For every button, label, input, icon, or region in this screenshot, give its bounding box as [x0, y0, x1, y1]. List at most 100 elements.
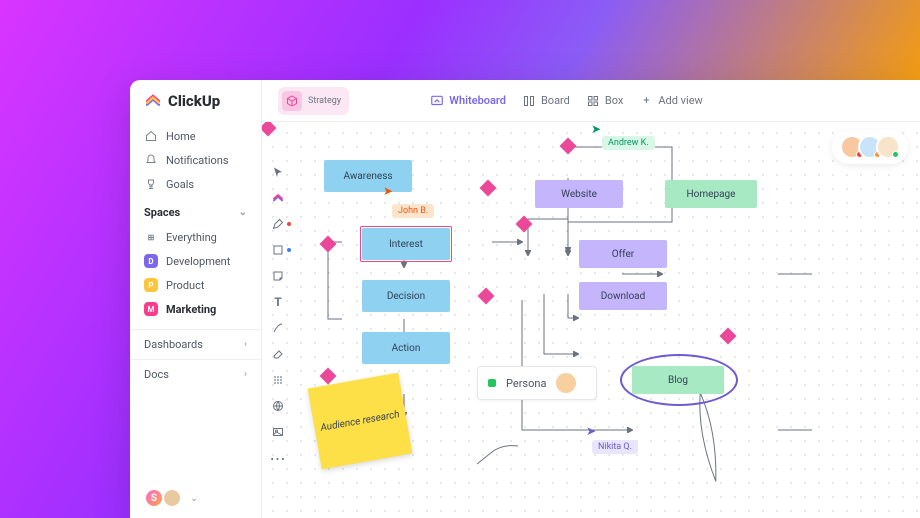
diamond-handle[interactable]: [478, 288, 495, 305]
main-area: Strategy Whiteboard Board Box + Add view: [262, 80, 920, 518]
app-tool[interactable]: [268, 188, 288, 208]
box-icon: [586, 94, 600, 108]
diamond-handle[interactable]: [560, 138, 577, 155]
chevron-right-icon: ›: [244, 339, 247, 350]
tab-label: Add view: [658, 94, 702, 107]
node-awareness[interactable]: Awareness: [324, 160, 412, 192]
node-action[interactable]: Action: [362, 332, 450, 364]
text-tool[interactable]: T: [268, 292, 288, 312]
connector-tool[interactable]: [268, 318, 288, 338]
sidebar: ClickUp Home Notifications Goals Spaces …: [130, 80, 262, 518]
diamond-handle[interactable]: [320, 368, 337, 385]
logo[interactable]: ClickUp: [130, 92, 261, 124]
canvas-toolbar: T ⋯: [268, 162, 292, 468]
diamond-handle[interactable]: [480, 180, 497, 197]
whiteboard-canvas[interactable]: T ⋯: [262, 122, 920, 518]
add-view-button[interactable]: + Add view: [639, 94, 702, 108]
node-decision[interactable]: Decision: [362, 280, 450, 312]
plus-icon: +: [639, 94, 653, 108]
spaces-header[interactable]: Spaces ⌄: [130, 196, 261, 225]
space-everything[interactable]: ⊞ Everything: [138, 225, 253, 249]
user-avatar[interactable]: [162, 488, 182, 508]
shape-tool[interactable]: [268, 240, 288, 260]
node-blog[interactable]: Blog: [632, 366, 724, 394]
eraser-tool[interactable]: [268, 344, 288, 364]
view-tabs: Whiteboard Board Box + Add view: [430, 94, 703, 108]
user-avatar[interactable]: S: [144, 488, 164, 508]
tab-label: Board: [541, 94, 570, 107]
sticky-tool[interactable]: [268, 266, 288, 286]
sticky-note[interactable]: Audience research: [308, 373, 413, 470]
space-product[interactable]: P Product: [138, 273, 253, 297]
breadcrumb-label: Strategy: [308, 96, 341, 106]
persona-card[interactable]: Persona: [477, 366, 597, 400]
more-tool[interactable]: ⋯: [268, 448, 288, 468]
nav-label: Home: [166, 130, 196, 143]
section-label: Dashboards: [144, 338, 203, 351]
space-marketing[interactable]: M Marketing: [138, 297, 253, 321]
nav-docs[interactable]: Docs ›: [130, 359, 261, 389]
select-tool[interactable]: [268, 162, 288, 182]
spaces-title: Spaces: [144, 206, 180, 219]
chevron-right-icon: ›: [244, 369, 247, 380]
web-tool[interactable]: [268, 396, 288, 416]
node-offer[interactable]: Offer: [579, 240, 667, 268]
space-label: Marketing: [166, 303, 216, 316]
nav-label: Notifications: [166, 154, 229, 167]
tab-whiteboard[interactable]: Whiteboard: [430, 94, 506, 108]
nav-goals[interactable]: Goals: [138, 172, 253, 196]
diamond-handle[interactable]: [262, 122, 276, 136]
tab-box[interactable]: Box: [586, 94, 623, 108]
grid-tool[interactable]: [268, 370, 288, 390]
cursor-icon: ➤: [383, 184, 393, 198]
tab-label: Whiteboard: [449, 94, 506, 107]
chevron-down-icon[interactable]: ⌄: [190, 493, 198, 504]
collaborator-avatar[interactable]: [876, 135, 900, 159]
nav-home[interactable]: Home: [138, 124, 253, 148]
pen-tool[interactable]: [268, 214, 288, 234]
node-download[interactable]: Download: [579, 282, 667, 310]
diamond-handle[interactable]: [320, 236, 337, 253]
persona-label: Persona: [506, 377, 546, 390]
node-interest[interactable]: Interest: [362, 228, 450, 260]
topbar: Strategy Whiteboard Board Box + Add view: [262, 80, 920, 122]
nav-label: Goals: [166, 178, 194, 191]
clickup-logo-icon: [144, 92, 162, 110]
bell-icon: [144, 153, 158, 167]
board-icon: [522, 94, 536, 108]
space-badge: P: [144, 278, 158, 292]
home-icon: [144, 129, 158, 143]
space-development[interactable]: DDevelopment: [138, 249, 253, 273]
chevron-down-icon: ⌄: [239, 207, 247, 218]
section-label: Docs: [144, 368, 169, 381]
trophy-icon: [144, 177, 158, 191]
whiteboard-icon: [430, 94, 444, 108]
cursor-label: Andrew K.: [602, 136, 655, 150]
collaborators-bar[interactable]: [832, 130, 908, 164]
tab-label: Box: [605, 94, 623, 107]
diamond-handle[interactable]: [516, 216, 533, 233]
nav-notifications[interactable]: Notifications: [138, 148, 253, 172]
space-label: Everything: [166, 231, 217, 244]
cursor-icon: ➤: [586, 424, 596, 438]
cursor-label: Nikita Q.: [592, 440, 638, 454]
tab-board[interactable]: Board: [522, 94, 570, 108]
primary-nav: Home Notifications Goals: [130, 124, 261, 196]
breadcrumb[interactable]: Strategy: [278, 87, 349, 115]
diamond-handle[interactable]: [720, 328, 737, 345]
status-square: [488, 379, 496, 387]
sidebar-footer: S ⌄: [130, 478, 261, 518]
nav-dashboards[interactable]: Dashboards ›: [130, 329, 261, 359]
space-badge: M: [144, 302, 158, 316]
cursor-label: John B.: [392, 204, 434, 218]
spaces-list: ⊞ Everything DDevelopment P Product M Marke…: [130, 225, 261, 321]
node-homepage[interactable]: Homepage: [665, 180, 757, 208]
space-label: Product: [166, 279, 204, 292]
logo-text: ClickUp: [168, 92, 220, 110]
grid-icon: ⊞: [144, 230, 158, 244]
persona-avatar: [556, 373, 576, 393]
node-website[interactable]: Website: [535, 180, 623, 208]
app-window: ClickUp Home Notifications Goals Spaces …: [130, 80, 920, 518]
image-tool[interactable]: [268, 422, 288, 442]
space-badge: D: [144, 254, 158, 268]
